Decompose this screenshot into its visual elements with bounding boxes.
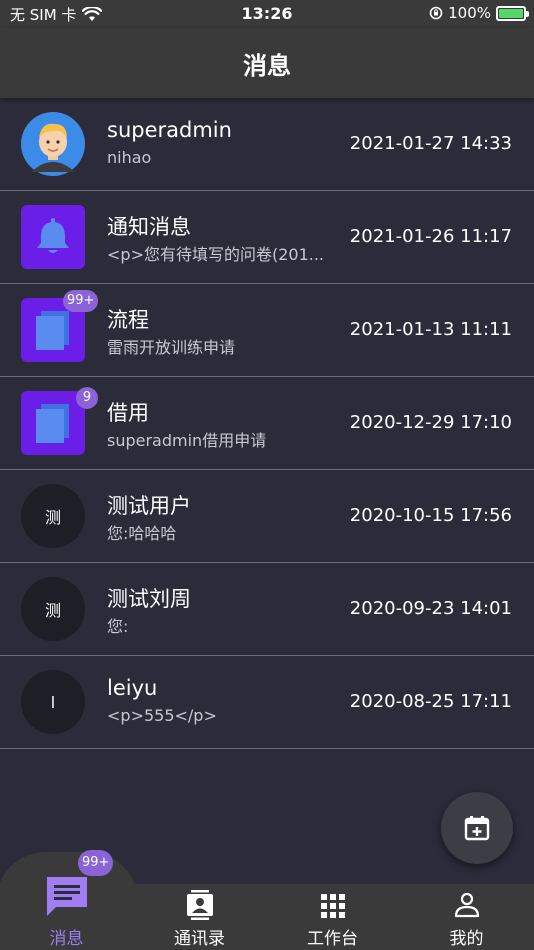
bell-icon (21, 205, 85, 269)
message-time: 2021-01-27 14:33 (349, 133, 512, 154)
person-icon (454, 892, 479, 918)
message-name: 测试用户 (107, 494, 191, 518)
tab-label: 工作台 (307, 929, 358, 949)
message-preview: nihao (107, 148, 152, 167)
message-row-test-user[interactable]: 测 测试用户 您:哈哈哈 2020-10-15 17:56 (0, 470, 534, 563)
message-preview: 您: (107, 617, 129, 636)
calendar-add-icon (464, 816, 490, 841)
message-time: 2020-08-25 17:11 (349, 691, 512, 712)
message-time: 2021-01-26 11:17 (349, 226, 512, 247)
tab-label: 消息 (49, 929, 84, 949)
message-row-borrow[interactable]: 9 借用 superadmin借用申请 2020-12-29 17:10 (0, 377, 534, 470)
message-time: 2020-09-23 14:01 (349, 598, 512, 619)
page-title: 消息 (243, 52, 291, 80)
message-name: leiyu (107, 676, 158, 700)
contacts-icon (186, 890, 213, 920)
orientation-lock-icon (429, 6, 443, 20)
nav-bar: 消息 (0, 28, 534, 98)
message-preview: 雷雨开放训练申请 (107, 338, 236, 357)
battery-percent: 100% (448, 4, 491, 22)
message-name: 测试刘周 (107, 587, 191, 611)
status-right: 100% (429, 4, 529, 22)
chat-icon (46, 877, 87, 916)
tab-label: 我的 (449, 929, 484, 949)
add-event-button[interactable] (441, 792, 513, 864)
message-time: 2021-01-13 11:11 (349, 319, 512, 340)
message-row-notification[interactable]: 通知消息 <p>您有待填写的问卷(201... 2021-01-26 11:17 (0, 191, 534, 284)
message-row-process[interactable]: 99+ 流程 雷雨开放训练申请 2021-01-13 11:11 (0, 284, 534, 377)
message-preview: <p>555</p> (107, 706, 217, 725)
message-name: 通知消息 (107, 215, 191, 239)
battery-icon (496, 5, 529, 21)
avatar: 测 (21, 577, 85, 641)
message-time: 2020-12-29 17:10 (349, 412, 512, 433)
message-name: 借用 (107, 401, 149, 425)
grid-icon (320, 894, 345, 918)
tab-label: 通讯录 (174, 929, 225, 949)
status-bar: 无 SIM 卡 13:26 100% (0, 0, 534, 28)
tab-messages[interactable]: 消息 (0, 877, 133, 950)
message-list: superadmin nihao 2021-01-27 14:33 通知消息 <… (0, 98, 534, 749)
message-time: 2020-10-15 17:56 (349, 505, 512, 526)
message-row-superadmin[interactable]: superadmin nihao 2021-01-27 14:33 (0, 98, 534, 191)
tab-bar: 消息 通讯录 工作台 我的 (0, 877, 534, 950)
user-photo-icon (21, 112, 85, 176)
message-row-leiyu[interactable]: l leiyu <p>555</p> 2020-08-25 17:11 (0, 656, 534, 749)
message-name: 流程 (107, 308, 149, 332)
message-row-test-liuzhou[interactable]: 测 测试刘周 您: 2020-09-23 14:01 (0, 563, 534, 656)
avatar: 测 (21, 484, 85, 548)
message-name: superadmin (107, 118, 232, 142)
avatar: l (21, 670, 85, 734)
message-preview: <p>您有待填写的问卷(201... (107, 245, 325, 264)
tab-contacts[interactable]: 通讯录 (133, 884, 266, 950)
message-preview: superadmin借用申请 (107, 431, 267, 450)
tab-workbench[interactable]: 工作台 (266, 884, 399, 950)
unread-badge: 99+ (63, 290, 99, 312)
message-preview: 您:哈哈哈 (107, 524, 177, 543)
tab-unread-badge: 99+ (78, 850, 114, 876)
tab-profile[interactable]: 我的 (400, 884, 533, 950)
unread-badge: 9 (76, 387, 98, 409)
